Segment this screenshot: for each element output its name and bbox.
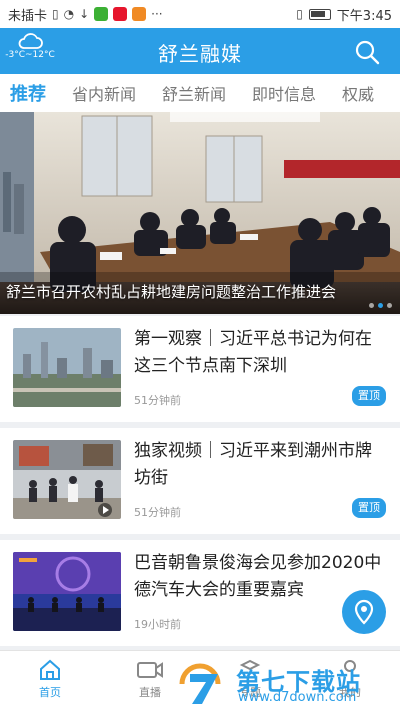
news-timestamp: 19小时前 bbox=[134, 618, 181, 631]
news-thumbnail bbox=[13, 440, 121, 519]
news-timestamp: 51分钟前 bbox=[134, 394, 181, 407]
tab-instant-info[interactable]: 即时信息 bbox=[239, 81, 329, 105]
carousel-dot bbox=[369, 303, 374, 308]
tab-provincial-news[interactable]: 省内新闻 bbox=[59, 81, 149, 105]
watermark-logo-icon bbox=[179, 663, 221, 704]
app-header: -3°C~12°C 舒兰融媒 bbox=[0, 28, 400, 74]
category-tabs: 推荐 省内新闻 舒兰新闻 即时信息 权威 bbox=[0, 74, 400, 112]
hero-caption: 舒兰市召开农村乱占耕地建房问题整治工作推进会 bbox=[6, 283, 337, 301]
location-pin-icon bbox=[354, 599, 374, 625]
news-card-3[interactable]: 巴音朝鲁景俊海会见参加2020中德汽车大会的重要嘉宾 19小时前 bbox=[0, 540, 400, 646]
tab-shulan-news[interactable]: 舒兰新闻 bbox=[149, 81, 239, 105]
carousel-indicator bbox=[369, 303, 392, 308]
video-camera-icon bbox=[137, 662, 163, 678]
tab-recommended[interactable]: 推荐 bbox=[0, 80, 59, 106]
battery-icon bbox=[308, 8, 331, 20]
location-button[interactable] bbox=[342, 590, 386, 634]
download-icon: ↓ bbox=[79, 7, 90, 21]
weibo-icon bbox=[113, 7, 128, 21]
news-thumbnail bbox=[13, 552, 121, 631]
news-thumbnail bbox=[13, 328, 121, 407]
news-headline: 独家视频｜习近平来到潮州市牌坊街 bbox=[134, 441, 372, 488]
carrier-label: 未插卡 bbox=[8, 8, 48, 24]
tab-authority[interactable]: 权威 bbox=[329, 81, 387, 105]
vibrate-icon: ▯ bbox=[296, 7, 303, 21]
nav-home-label: 首页 bbox=[39, 686, 61, 699]
nav-live-label: 直播 bbox=[139, 686, 161, 699]
carousel-dot-active bbox=[378, 303, 383, 308]
search-button[interactable] bbox=[354, 39, 380, 65]
city-skyline-image bbox=[13, 328, 121, 407]
clock: 下午3:45 bbox=[336, 8, 392, 24]
news-card-1[interactable]: 第一观察｜习近平总书记为何在这三个节点南下深圳 51分钟前 置顶 bbox=[0, 316, 400, 422]
news-feed: 第一观察｜习近平总书记为何在这三个节点南下深圳 51分钟前 置顶 独家视频｜习近… bbox=[0, 316, 400, 652]
conference-stage-image bbox=[13, 552, 121, 631]
app-title: 舒兰融媒 bbox=[158, 42, 242, 66]
search-icon bbox=[355, 40, 380, 65]
app-notification-icon bbox=[132, 7, 147, 21]
wifi-icon: ◔ bbox=[63, 7, 75, 21]
carousel-dot bbox=[387, 303, 392, 308]
news-timestamp: 51分钟前 bbox=[134, 506, 181, 519]
site-watermark: 第七下载站 www.d7down.com bbox=[174, 660, 394, 708]
status-left: 未插卡 ▯ ◔ ↓ ··· bbox=[8, 5, 163, 24]
pinned-badge: 置顶 bbox=[352, 386, 386, 406]
news-card-2[interactable]: 独家视频｜习近平来到潮州市牌坊街 51分钟前 置顶 bbox=[0, 428, 400, 534]
home-icon bbox=[40, 659, 60, 680]
hero-banner[interactable]: 舒兰市召开农村乱占耕地建房问题整治工作推进会 bbox=[0, 112, 400, 314]
status-right: ▯ 下午3:45 bbox=[296, 5, 392, 24]
news-headline: 第一观察｜习近平总书记为何在这三个节点南下深圳 bbox=[134, 329, 372, 376]
status-bar: 未插卡 ▯ ◔ ↓ ··· ▯ 下午3:45 bbox=[0, 0, 400, 28]
street-crowd-image bbox=[13, 440, 121, 519]
wechat-icon bbox=[94, 7, 109, 21]
watermark-url: www.d7down.com bbox=[238, 690, 357, 705]
nav-home[interactable]: 首页 bbox=[0, 651, 100, 711]
pinned-badge: 置顶 bbox=[352, 498, 386, 518]
more-notifications: ··· bbox=[151, 7, 163, 21]
sim-icon: ▯ bbox=[52, 7, 59, 21]
